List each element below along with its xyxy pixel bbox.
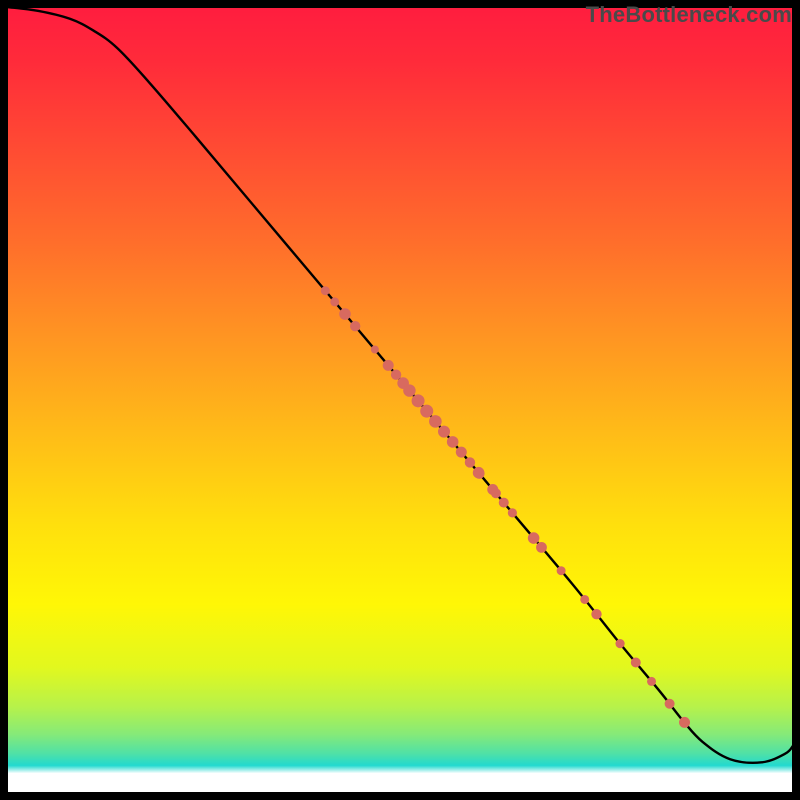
data-dot [403,384,415,396]
plot-bg [7,7,793,793]
data-dot [383,360,394,371]
chart-svg [0,0,800,800]
chart-stage: TheBottleneck.com [0,0,800,800]
data-dot [447,436,459,448]
data-dot [679,717,690,728]
data-dot [429,415,442,428]
data-dot [350,321,360,331]
data-dot [508,508,517,517]
data-dot [665,699,675,709]
data-dot [557,566,566,575]
data-dot [474,468,484,478]
data-dot [465,457,475,467]
data-dot [631,658,641,668]
data-dot [412,394,425,407]
plot-bottom-strip [7,773,793,793]
data-dot [615,639,624,648]
data-dot [580,595,589,604]
data-dot [339,308,351,320]
data-dot [536,542,547,553]
data-dot [371,346,379,354]
data-dot [438,426,450,438]
data-dot [456,447,467,458]
data-dot [491,488,501,498]
data-dot [591,609,601,619]
data-dot [528,532,540,544]
data-dot [391,370,401,380]
data-dot [420,405,433,418]
data-dot [321,286,330,295]
data-dot [647,677,656,686]
data-dot [499,498,509,508]
data-dot [330,297,339,306]
